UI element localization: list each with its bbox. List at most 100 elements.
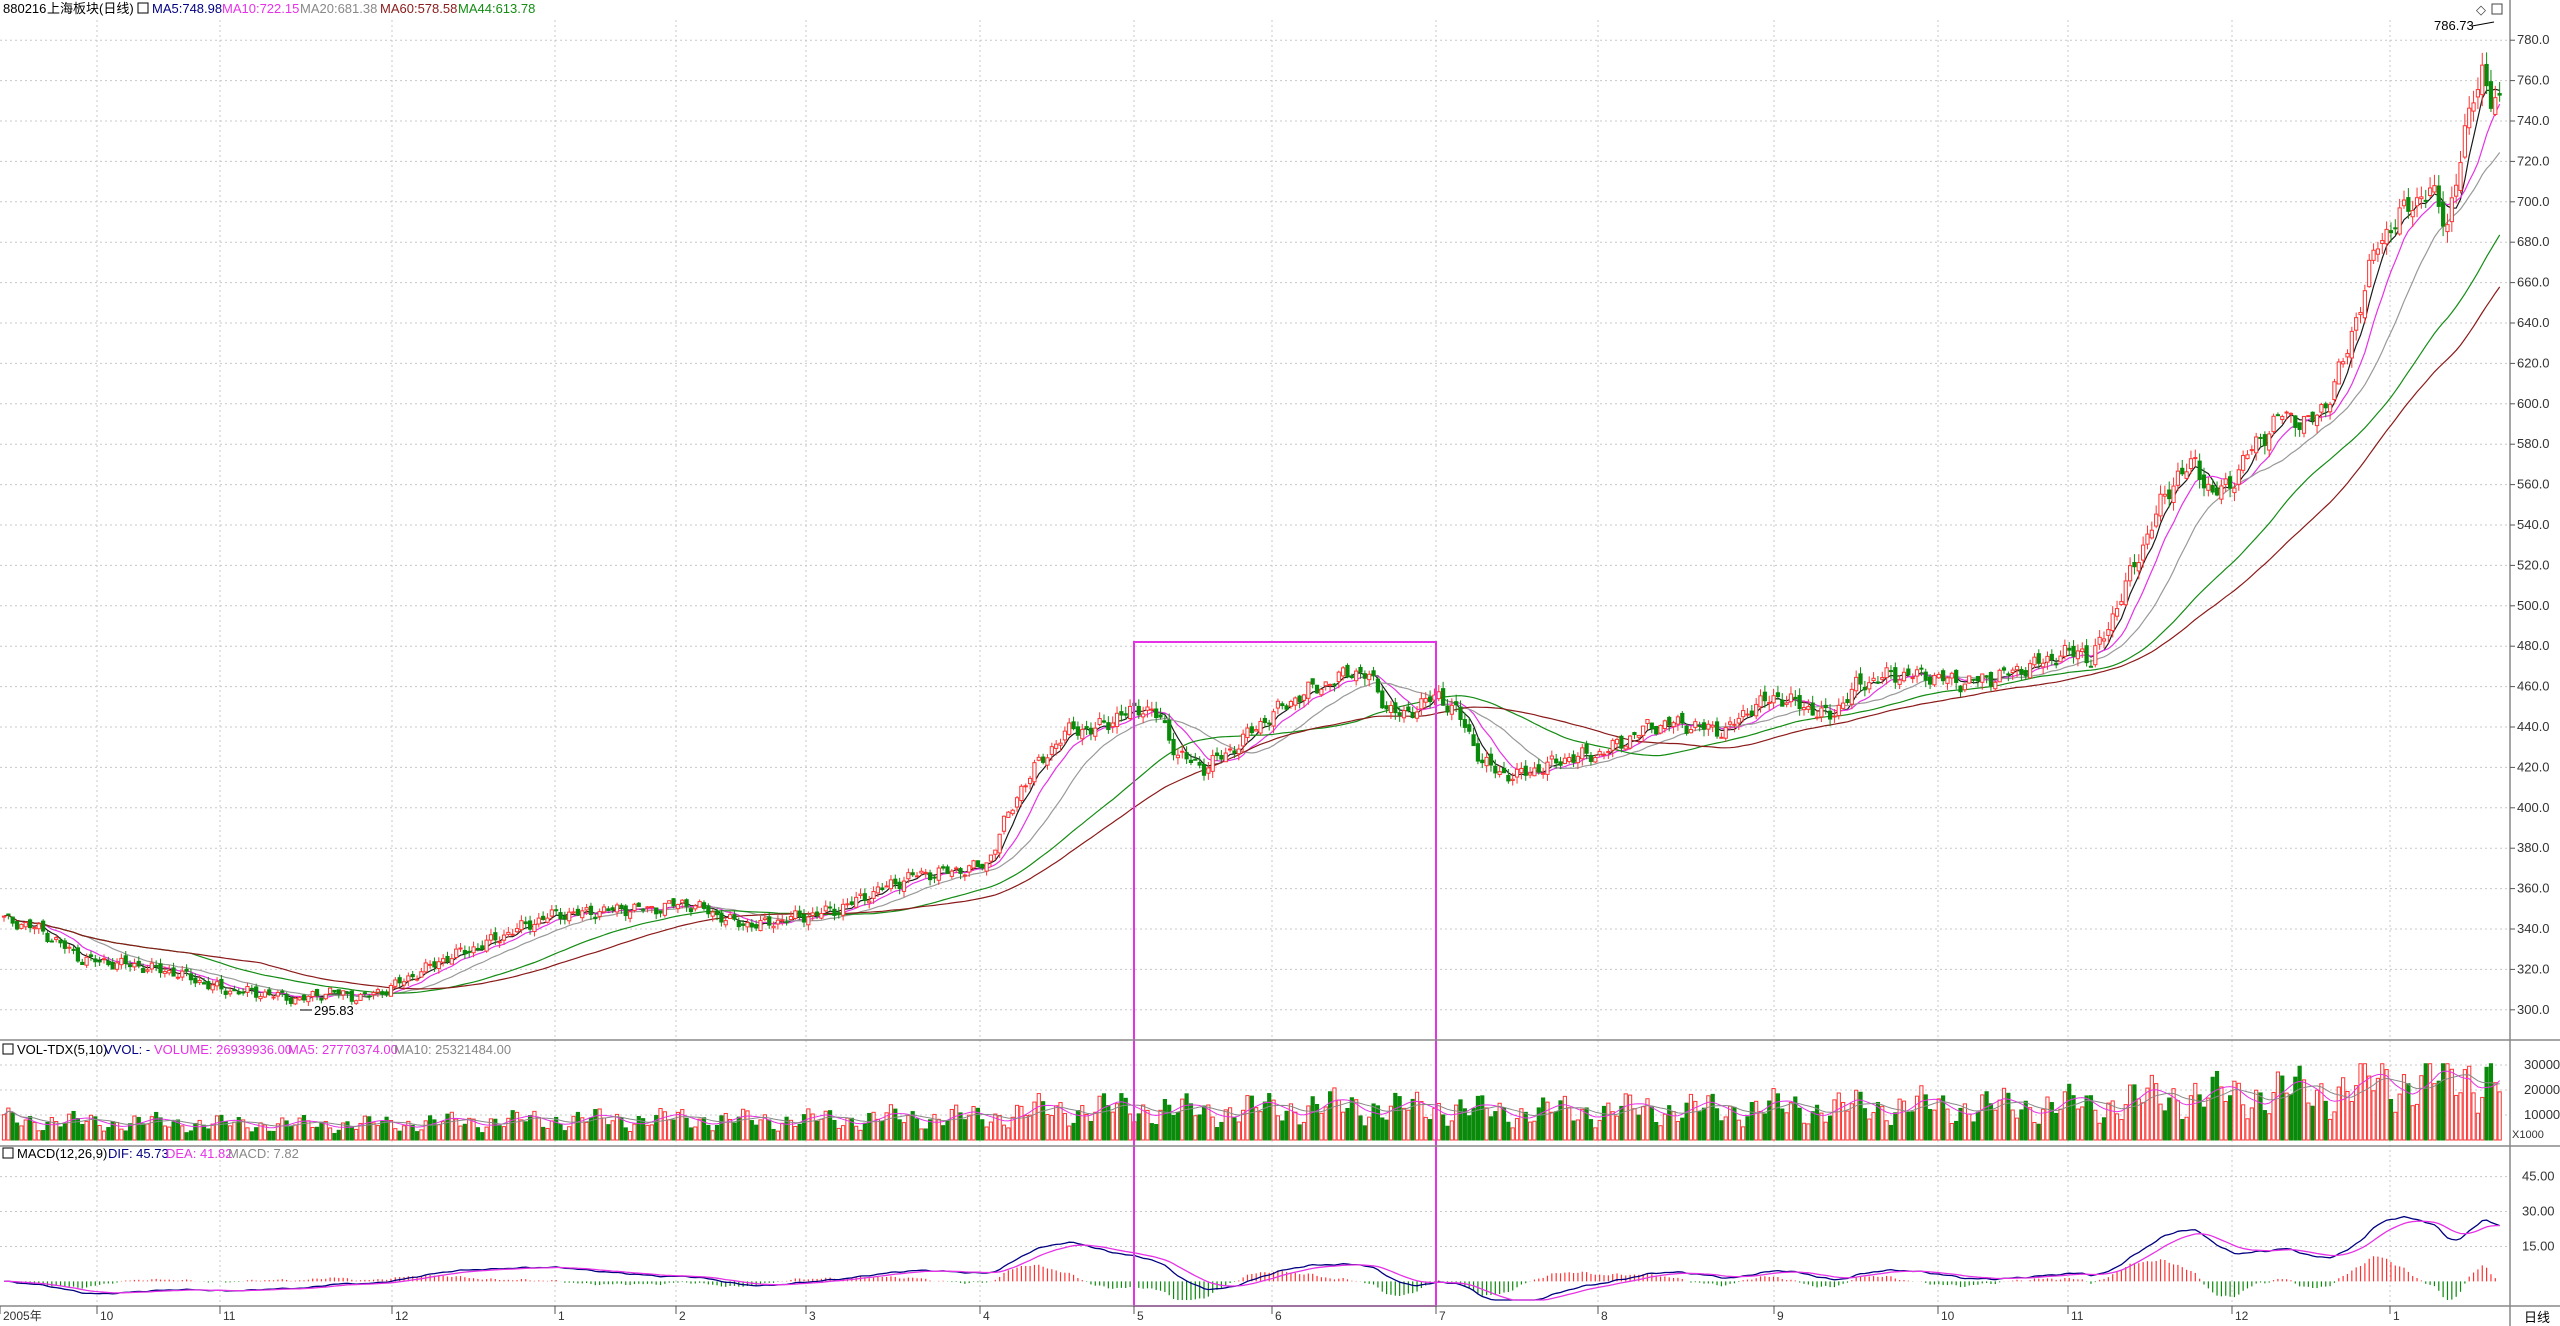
candle-body (2397, 207, 2402, 235)
volume-bar (58, 1126, 63, 1141)
candle-body (1606, 751, 1611, 754)
volume-bar (919, 1128, 924, 1141)
volume-bar (1675, 1121, 1681, 1141)
candle-body (2484, 63, 2489, 87)
candle-body (119, 957, 124, 966)
volume-bar (1, 1114, 7, 1141)
candle-body (1601, 753, 1607, 756)
candle-body (2432, 185, 2437, 193)
candle-body (1036, 756, 1041, 761)
candle-body (1984, 675, 1989, 678)
volume-bar (132, 1115, 137, 1141)
candle-body (2197, 460, 2202, 480)
volume-bar (1019, 1105, 1024, 1141)
volume-bar (193, 1122, 198, 1141)
candle-body (1980, 673, 1985, 683)
volume-bar (2236, 1082, 2241, 1141)
candle-body (710, 911, 715, 917)
volume-bar (1041, 1101, 1046, 1141)
volume-bar (306, 1120, 311, 1141)
candle-body (2410, 210, 2415, 218)
volume-bar (2227, 1095, 2233, 1141)
candle-body (184, 968, 189, 972)
candle-body (1636, 734, 1641, 738)
candle-body (627, 911, 633, 919)
vol-toggle-icon[interactable] (2, 1043, 14, 1055)
candle-body (2232, 487, 2237, 494)
candle-body (2406, 197, 2411, 212)
candle-body (1501, 767, 1507, 774)
indicator-toggle-icon[interactable] (137, 2, 149, 14)
candle-body (2123, 580, 2128, 606)
candle-body (1049, 746, 1054, 755)
volume-bar (2458, 1092, 2463, 1141)
volume-bar (1871, 1112, 1876, 1141)
candle-body (254, 986, 259, 998)
candle-body (1701, 722, 1707, 730)
volume-bar (867, 1112, 872, 1141)
volume-bar (1054, 1105, 1059, 1141)
candle-body (1101, 720, 1107, 723)
macd-toggle-icon[interactable] (2, 1147, 14, 1159)
volume-bar (2245, 1118, 2250, 1141)
candle-body (149, 962, 154, 970)
volume-axis: 10000 20000 30000 X1000 (2512, 1057, 2560, 1141)
volume-bar (2145, 1087, 2150, 1141)
candle-body (2119, 601, 2124, 606)
candle-body (541, 915, 546, 920)
selection-box[interactable] (1133, 641, 1437, 1307)
candle-body (2067, 647, 2072, 651)
volume-bar (1958, 1107, 1963, 1141)
candle-body (1193, 758, 1198, 761)
candle-body (693, 905, 698, 910)
candle-body (588, 905, 594, 915)
candle-body (1801, 706, 1807, 711)
candle-body (1114, 712, 1120, 728)
candle-body (345, 991, 350, 994)
volume-bar (906, 1115, 911, 1141)
candle-body (2471, 102, 2476, 112)
candle-body (414, 978, 420, 981)
stock-chart[interactable]: 300.0 320.0 340.0 360.0 380.0 400.0 420.0 440.0… (0, 0, 2560, 1326)
period-label[interactable]: 日线 (2524, 1310, 2550, 1325)
volume-bar (1006, 1127, 1011, 1141)
candle-body (1932, 674, 1937, 686)
volume-bar (1380, 1117, 1385, 1141)
price-tick-label: 540.0 (2517, 517, 2550, 532)
volume-bar (732, 1122, 737, 1141)
candle-body (1614, 738, 1620, 745)
volume-bar (454, 1118, 459, 1141)
volume-bar (1497, 1102, 1502, 1141)
candle-body (784, 921, 789, 924)
price-tick-label: 580.0 (2517, 436, 2550, 451)
volume-bar (67, 1113, 72, 1141)
volume-bar (888, 1104, 894, 1141)
volume-bar (284, 1120, 289, 1141)
volume-bar (462, 1123, 467, 1141)
volume-bar (2410, 1105, 2415, 1141)
volume-bar (1662, 1113, 1667, 1141)
volume-bar (832, 1119, 837, 1141)
candle-body (1384, 705, 1389, 710)
volume-bar (458, 1125, 463, 1141)
candle-body (488, 934, 494, 941)
candle-body (1727, 721, 1733, 725)
volume-bar (2471, 1092, 2476, 1141)
volume-bar (345, 1121, 350, 1141)
candle-body (1223, 752, 1228, 763)
diamond-icon[interactable]: ◇ (2476, 2, 2486, 17)
volume-bar (2301, 1079, 2307, 1141)
volume-bar (2114, 1113, 2120, 1141)
volume-bar (1088, 1120, 1094, 1141)
candle-body (349, 990, 354, 1002)
candle-body (2371, 249, 2376, 261)
volume-bar (1862, 1108, 1867, 1141)
candle-body (1001, 815, 1007, 832)
candle-body (1819, 707, 1824, 718)
panel-toggle-icon[interactable] (2491, 3, 2503, 15)
candle-body (1371, 670, 1376, 677)
volume-bar (1267, 1093, 1272, 1141)
volume-bar (1571, 1120, 1576, 1141)
candle-body (1497, 771, 1502, 775)
volume-bar (319, 1121, 324, 1141)
